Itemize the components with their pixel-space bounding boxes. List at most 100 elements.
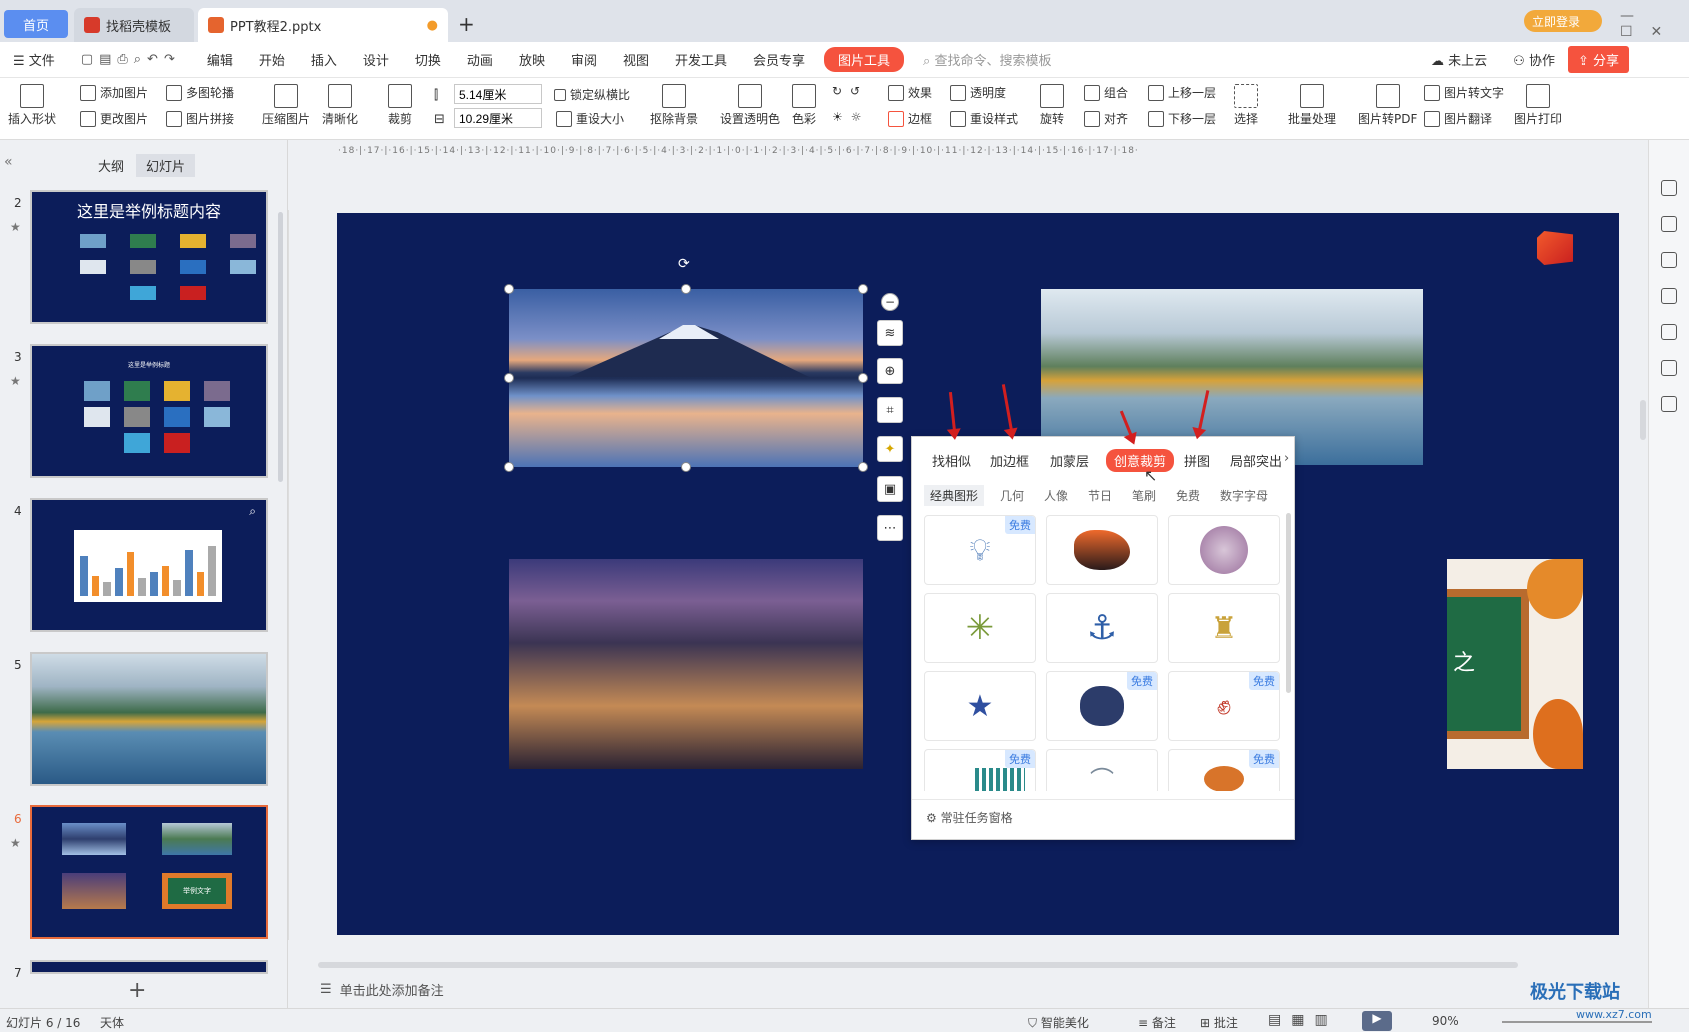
insert-shape-button[interactable]: 插入形状	[8, 84, 56, 127]
new-tab-icon[interactable]: +	[458, 12, 475, 36]
change-image-button[interactable]: 更改图片	[80, 110, 148, 127]
subtab-festival[interactable]: 节日	[1088, 487, 1112, 504]
tab-local-highlight[interactable]: 局部突出	[1230, 451, 1282, 470]
shape-card[interactable]: 免费	[1046, 671, 1158, 741]
subtab-alphanumeric[interactable]: 数字字母	[1220, 487, 1268, 504]
resize-handle[interactable]	[858, 284, 868, 294]
menu-insert[interactable]: 插入	[298, 50, 350, 69]
rotate-button[interactable]: 旋转	[1040, 84, 1064, 127]
shape-card[interactable]: 免费	[1168, 749, 1280, 791]
add-slide-icon[interactable]: +	[128, 978, 146, 1003]
star-icon[interactable]	[1661, 252, 1677, 268]
group-button[interactable]: 组合	[1084, 84, 1128, 101]
resize-handle[interactable]	[504, 284, 514, 294]
notes-toggle[interactable]: ≡ 备注	[1138, 1014, 1176, 1031]
border-button[interactable]: 边框	[888, 110, 932, 127]
picture-icon[interactable]	[1661, 324, 1677, 340]
batch-button[interactable]: 批量处理	[1288, 84, 1336, 127]
slide-thumbnail-5[interactable]	[30, 652, 268, 786]
sharpen-button[interactable]: 清晰化	[322, 84, 358, 127]
crop-tool-icon[interactable]: ⌗	[877, 397, 903, 423]
menu-view[interactable]: 视图	[610, 50, 662, 69]
resize-handle[interactable]	[504, 373, 514, 383]
menu-transition[interactable]: 切换	[402, 50, 454, 69]
menu-picture-tools[interactable]: 图片工具	[824, 47, 905, 72]
shape-card[interactable]: ✳	[924, 593, 1036, 663]
lock-ratio-checkbox[interactable]: 锁定纵横比	[554, 86, 630, 103]
print-button[interactable]: 图片打印	[1514, 84, 1562, 127]
compress-button[interactable]: 压缩图片	[262, 84, 310, 127]
zoom-level[interactable]: 90%	[1432, 1014, 1459, 1028]
view-mode-icons[interactable]: ▤▦▥	[1268, 1012, 1338, 1028]
menu-developer[interactable]: 开发工具	[662, 50, 740, 69]
notes-area[interactable]: ☰ 单击此处添加备注	[288, 970, 1648, 1008]
play-slideshow-icon[interactable]: ▶	[1362, 1011, 1392, 1031]
brightness-contrast-icons[interactable]: ↻↺	[832, 84, 868, 98]
reset-style-button[interactable]: 重设样式	[950, 110, 1018, 127]
resize-handle[interactable]	[504, 462, 514, 472]
design-icon[interactable]	[1661, 180, 1677, 196]
vertical-scrollbar[interactable]	[1640, 400, 1646, 440]
shape-card[interactable]: ⌒	[1046, 749, 1158, 791]
slide-thumbnail-4[interactable]: ⌕	[30, 498, 268, 632]
comment-toggle[interactable]: ⊞ 批注	[1200, 1014, 1238, 1031]
collapse-toolbar-icon[interactable]: −	[881, 293, 899, 311]
menu-animation[interactable]: 动画	[454, 50, 506, 69]
subtab-classic[interactable]: 经典图形	[924, 485, 985, 506]
menu-start[interactable]: 开始	[246, 50, 298, 69]
adjust-icon[interactable]	[1661, 216, 1677, 232]
menu-member[interactable]: 会员专享	[740, 50, 818, 69]
tab-puzzle[interactable]: 拼图	[1184, 451, 1210, 470]
idea-bulb-icon[interactable]: ✦	[877, 436, 903, 462]
image-edit-icon[interactable]: ▣	[877, 476, 903, 502]
book-icon[interactable]	[1661, 396, 1677, 412]
next-tab-icon[interactable]: ›	[1284, 451, 1289, 466]
select-button[interactable]: 选择	[1234, 84, 1258, 127]
shape-card[interactable]: ✊︎ 免费	[1168, 671, 1280, 741]
remove-bg-button[interactable]: 抠除背景	[650, 84, 698, 127]
cloud-status[interactable]: ☁ 未上云	[1418, 50, 1500, 69]
login-button[interactable]: 立即登录	[1524, 10, 1602, 32]
transparency-button[interactable]: 透明度	[950, 84, 1006, 101]
menu-review[interactable]: 审阅	[558, 50, 610, 69]
shape-card[interactable]: ♜	[1168, 593, 1280, 663]
resize-handle[interactable]	[681, 284, 691, 294]
command-search[interactable]: ⌕ 查找命令、搜索模板	[910, 50, 1064, 69]
slide-thumbnail-2[interactable]: 这里是举例标题内容	[30, 190, 268, 324]
zoom-in-icon[interactable]: ⊕	[877, 358, 903, 384]
resize-handle[interactable]	[681, 462, 691, 472]
shape-card[interactable]: 免费	[924, 749, 1036, 791]
location-icon[interactable]	[1661, 360, 1677, 376]
document-tab[interactable]: PPT教程2.pptx ●	[198, 8, 448, 42]
slide-thumbnail-7[interactable]	[30, 960, 268, 974]
popup-scrollbar[interactable]	[1286, 513, 1291, 693]
menu-design[interactable]: 设计	[350, 50, 402, 69]
menu-icon[interactable]: ☰ 文件	[0, 50, 68, 69]
shape-card[interactable]: 💡︎ 免费	[924, 515, 1036, 585]
crop-button[interactable]: 裁剪	[388, 84, 412, 127]
menu-slideshow[interactable]: 放映	[506, 50, 558, 69]
to-text-button[interactable]: 图片转文字	[1424, 84, 1504, 101]
copy-icon[interactable]	[1661, 288, 1677, 304]
set-transparent-button[interactable]: 设置透明色	[720, 84, 780, 127]
bring-forward-button[interactable]: 上移一层	[1148, 84, 1216, 101]
more-options-icon[interactable]: ⋯	[877, 515, 903, 541]
tab-slides[interactable]: 幻灯片	[136, 154, 196, 177]
subtab-portrait[interactable]: 人像	[1044, 487, 1068, 504]
add-image-button[interactable]: 添加图片	[80, 84, 148, 101]
quick-access-icons[interactable]: ▢▤⎙⌕↶↷	[68, 52, 194, 67]
template-tab[interactable]: 找稻壳模板	[74, 8, 194, 42]
city-night-image[interactable]	[509, 559, 863, 769]
window-controls[interactable]: —☐✕	[1620, 8, 1689, 40]
shape-card[interactable]	[1046, 515, 1158, 585]
menu-edit[interactable]: 编辑	[194, 50, 246, 69]
shape-card[interactable]: ⚓	[1046, 593, 1158, 663]
smart-beautify-button[interactable]: ⛉ 智能美化	[1028, 1014, 1089, 1031]
subtab-brush[interactable]: 笔刷	[1132, 487, 1156, 504]
image-collage-button[interactable]: 图片拼接	[166, 110, 234, 127]
share-button[interactable]: ⇪ 分享	[1567, 46, 1629, 73]
tab-creative-crop[interactable]: 创意裁剪	[1106, 449, 1175, 472]
multi-outline-button[interactable]: 多图轮播	[166, 84, 234, 101]
translate-button[interactable]: 图片翻译	[1424, 110, 1492, 127]
tab-find-similar[interactable]: 找相似	[932, 451, 971, 470]
